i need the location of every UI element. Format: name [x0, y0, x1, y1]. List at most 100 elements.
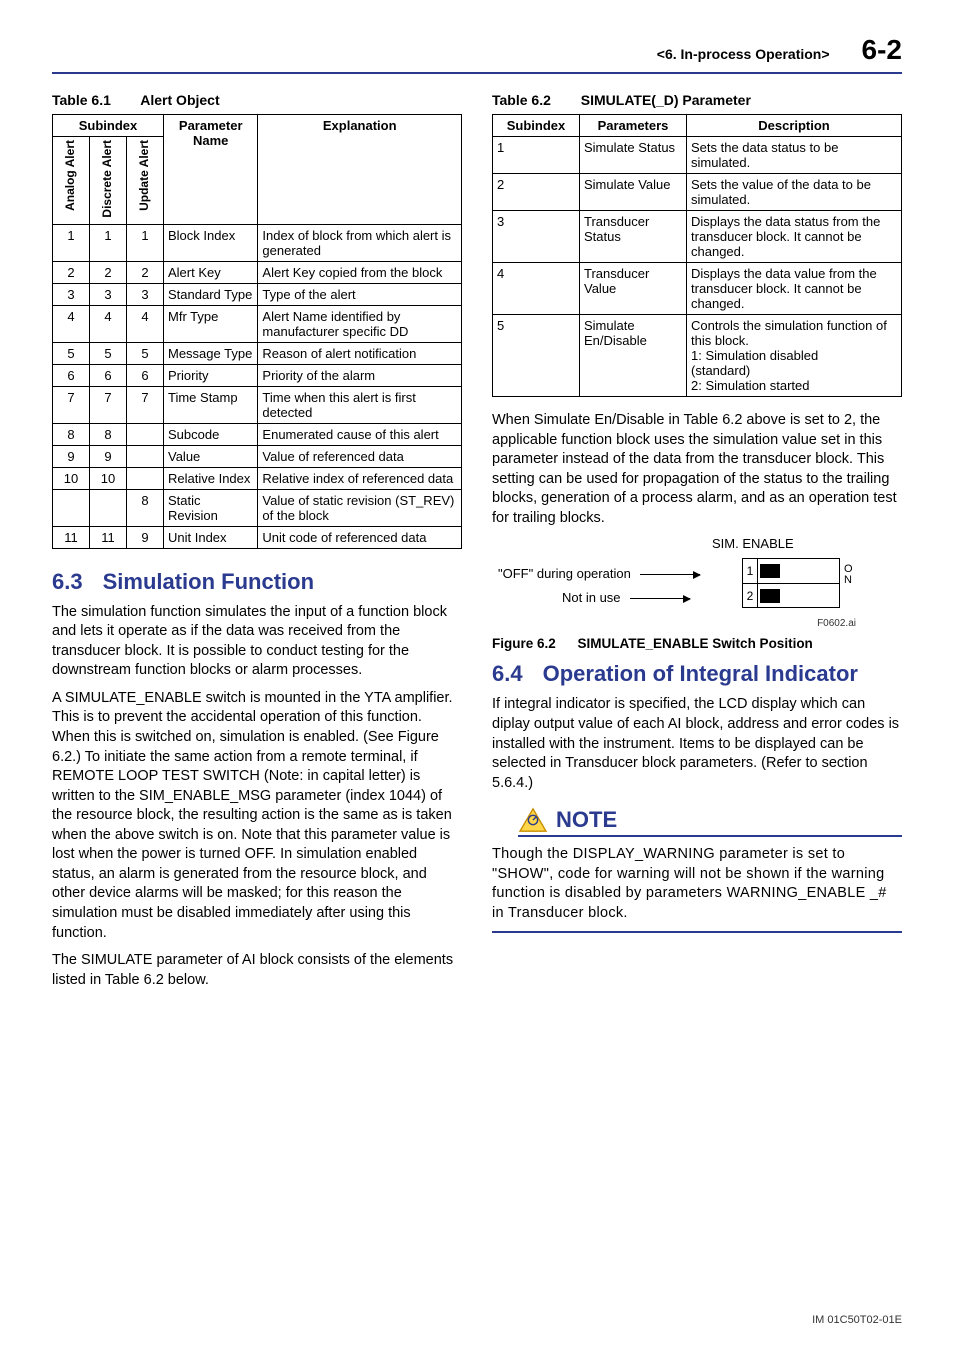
- table-cell: [127, 445, 164, 467]
- heading-6-4: 6.4Operation of Integral Indicator: [492, 661, 902, 687]
- right-column: Table 6.2 SIMULATE(_D) Parameter Subinde…: [492, 88, 902, 998]
- table-cell: Alert Key copied from the block: [258, 261, 462, 283]
- dip-switch-2: [760, 589, 780, 603]
- heading-6-4-title: Operation of Integral Indicator: [543, 661, 858, 686]
- table-row: 3Transducer StatusDisplays the data stat…: [493, 211, 902, 263]
- table-row: 5Simulate En/DisableControls the simulat…: [493, 315, 902, 397]
- table-cell: Sets the value of the data to be simulat…: [687, 174, 902, 211]
- table-row: 4Transducer ValueDisplays the data value…: [493, 263, 902, 315]
- table-6-2-number: Table 6.2: [492, 92, 551, 108]
- table-6-1-caption: Table 6.1 Alert Object: [52, 92, 462, 108]
- t61-head-param: Parameter Name: [164, 115, 258, 225]
- arrow-icon: [640, 574, 700, 575]
- table-cell: 8: [127, 489, 164, 526]
- table-cell: 3: [493, 211, 580, 263]
- heading-6-3: 6.3 Simulation Function: [52, 569, 462, 595]
- header-page-number: 6-2: [862, 34, 902, 66]
- table-6-2: Subindex Parameters Description 1Simulat…: [492, 114, 902, 397]
- table-cell: Static Revision: [164, 489, 258, 526]
- table-cell: 4: [53, 305, 90, 342]
- table-cell: 6: [53, 364, 90, 386]
- table-cell: Relative Index: [164, 467, 258, 489]
- fig-off-label: "OFF" during operation: [498, 566, 700, 581]
- table-cell: Subcode: [164, 423, 258, 445]
- table-cell: 1: [90, 224, 127, 261]
- table-cell: 3: [90, 283, 127, 305]
- table-cell: 8: [53, 423, 90, 445]
- table-cell: 9: [90, 445, 127, 467]
- figure-ref: F0602.ai: [817, 618, 856, 629]
- table-cell: 3: [53, 283, 90, 305]
- figure-6-2-num: Figure 6.2: [492, 636, 556, 651]
- table-cell: 10: [90, 467, 127, 489]
- table-cell: Unit code of referenced data: [258, 526, 462, 548]
- t61-head-expl: Explanation: [258, 115, 462, 225]
- table-cell: Alert Name identified by manufacturer sp…: [258, 305, 462, 342]
- t61-head-discrete: Discrete Alert: [101, 140, 114, 218]
- table-cell: 5: [493, 315, 580, 397]
- heading-6-3-title: Simulation Function: [103, 569, 314, 594]
- table-cell: 8: [90, 423, 127, 445]
- table-cell: Block Index: [164, 224, 258, 261]
- table-row: 99ValueValue of referenced data: [53, 445, 462, 467]
- note-label: NOTE: [556, 807, 617, 833]
- heading-6-3-num: 6.3: [52, 569, 83, 594]
- fig-sim-enable-label: SIM. ENABLE: [712, 536, 794, 551]
- figure-6-2: SIM. ENABLE "OFF" during operation Not i…: [492, 536, 902, 636]
- sec63-para2: A SIMULATE_ENABLE switch is mounted in t…: [52, 689, 462, 943]
- table-cell: Mfr Type: [164, 305, 258, 342]
- table-cell: [53, 489, 90, 526]
- table-cell: Time when this alert is first detected: [258, 386, 462, 423]
- fig-notin-text: Not in use: [562, 590, 621, 605]
- dip-row-2-num: 2: [743, 584, 758, 608]
- table-row: 8Static RevisionValue of static revision…: [53, 489, 462, 526]
- table-row: 666PriorityPriority of the alarm: [53, 364, 462, 386]
- note-heading: NOTE: [518, 807, 902, 837]
- table-row: 333Standard TypeType of the alert: [53, 283, 462, 305]
- table-cell: [127, 467, 164, 489]
- table-6-1: Subindex Parameter Name Explanation Anal…: [52, 114, 462, 549]
- t62-head-params: Parameters: [580, 115, 687, 137]
- table-cell: Value of referenced data: [258, 445, 462, 467]
- table-cell: Priority of the alarm: [258, 364, 462, 386]
- table-row: 777Time StampTime when this alert is fir…: [53, 386, 462, 423]
- table-row: 11119Unit IndexUnit code of referenced d…: [53, 526, 462, 548]
- table-cell: 4: [127, 305, 164, 342]
- t62-head-desc: Description: [687, 115, 902, 137]
- dip-row-1-num: 1: [743, 559, 758, 583]
- table-row: 222Alert KeyAlert Key copied from the bl…: [53, 261, 462, 283]
- t61-head-analog: Analog Alert: [64, 140, 77, 211]
- table-cell: 10: [53, 467, 90, 489]
- header-section: <6. In-process Operation>: [657, 46, 830, 62]
- table-row: 1Simulate StatusSets the data status to …: [493, 137, 902, 174]
- note-body: Though the DISPLAY_WARNING parameter is …: [492, 839, 902, 933]
- table-6-1-number: Table 6.1: [52, 92, 111, 108]
- table-cell: 5: [53, 342, 90, 364]
- table-cell: 2: [493, 174, 580, 211]
- dip-row-1: 1: [743, 559, 839, 584]
- sec64-para1: If integral indicator is specified, the …: [492, 695, 902, 793]
- table-cell: 1: [127, 224, 164, 261]
- table-cell: Type of the alert: [258, 283, 462, 305]
- table-cell: 5: [127, 342, 164, 364]
- table-cell: 4: [493, 263, 580, 315]
- table-row: 555Message TypeReason of alert notificat…: [53, 342, 462, 364]
- table-cell: 7: [53, 386, 90, 423]
- table-cell: 9: [53, 445, 90, 467]
- page-header: <6. In-process Operation> 6-2: [52, 34, 902, 74]
- table-cell: Simulate En/Disable: [580, 315, 687, 397]
- table-cell: Enumerated cause of this alert: [258, 423, 462, 445]
- arrow-icon: [630, 598, 690, 599]
- fig-notinuse-label: Not in use: [562, 590, 690, 605]
- table-cell: Simulate Value: [580, 174, 687, 211]
- table-cell: 6: [127, 364, 164, 386]
- table-cell: 7: [90, 386, 127, 423]
- table-cell: Transducer Value: [580, 263, 687, 315]
- t62-head-subindex: Subindex: [493, 115, 580, 137]
- t61-head-subindex: Subindex: [53, 115, 164, 137]
- table-cell: 2: [127, 261, 164, 283]
- table-cell: Priority: [164, 364, 258, 386]
- table-cell: Unit Index: [164, 526, 258, 548]
- dip-switch-1: [760, 564, 780, 578]
- table-cell: Alert Key: [164, 261, 258, 283]
